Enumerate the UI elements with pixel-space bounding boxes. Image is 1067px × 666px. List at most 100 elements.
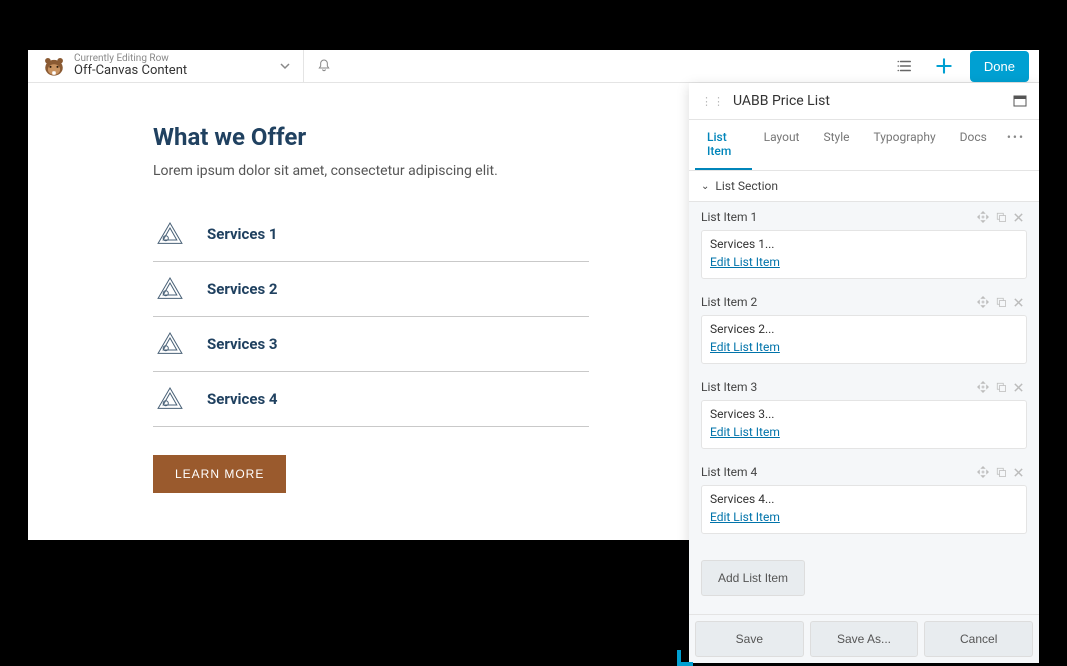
- add-list-item-button[interactable]: Add List Item: [701, 560, 805, 596]
- service-row: Services 4: [153, 372, 589, 427]
- service-icon: [153, 329, 187, 359]
- list-item-desc: Services 3...: [710, 407, 1018, 421]
- remove-item-button[interactable]: [1010, 297, 1027, 308]
- tab-docs[interactable]: Docs: [948, 120, 999, 170]
- panel-footer: Save Save As... Cancel: [689, 614, 1039, 663]
- tab-list-item[interactable]: List Item: [695, 120, 752, 170]
- list-item: List Item 4 Services 4... Edit List Item: [689, 457, 1039, 534]
- service-label: Services 4: [207, 390, 277, 408]
- duplicate-item-button[interactable]: [992, 381, 1010, 393]
- tab-style[interactable]: Style: [812, 120, 862, 170]
- edit-list-item-link[interactable]: Edit List Item: [710, 510, 780, 524]
- list-item-card: Services 2... Edit List Item: [701, 315, 1027, 364]
- content-area: What we Offer Lorem ipsum dolor sit amet…: [28, 83, 689, 663]
- done-button[interactable]: Done: [970, 51, 1029, 82]
- offer-heading: What we Offer: [153, 123, 589, 151]
- bell-icon: [316, 58, 332, 74]
- list-item-desc: Services 2...: [710, 322, 1018, 336]
- app-frame: Currently Editing Row Off-Canvas Content…: [28, 50, 1039, 540]
- duplicate-item-button[interactable]: [992, 296, 1010, 308]
- service-row: Services 2: [153, 262, 589, 317]
- service-icon: [153, 219, 187, 249]
- duplicate-item-button[interactable]: [992, 211, 1010, 223]
- notifications-button[interactable]: [303, 50, 344, 82]
- cancel-button[interactable]: Cancel: [924, 621, 1033, 657]
- learn-more-button[interactable]: LEARN MORE: [153, 455, 286, 493]
- resize-handle[interactable]: [677, 650, 693, 666]
- chevron-down-icon: ⌄: [701, 181, 709, 192]
- save-as-button[interactable]: Save As...: [810, 621, 919, 657]
- chevron-down-icon: [279, 60, 291, 72]
- list-item-title: List Item 1: [701, 210, 974, 224]
- service-icon: [153, 274, 187, 304]
- duplicate-icon: [995, 296, 1007, 308]
- list-item-desc: Services 1...: [710, 237, 1018, 251]
- top-bar: Currently Editing Row Off-Canvas Content…: [28, 50, 1039, 83]
- window-icon: [1013, 95, 1027, 107]
- close-icon: [1013, 297, 1024, 308]
- remove-item-button[interactable]: [1010, 212, 1027, 223]
- move-item-button[interactable]: [974, 381, 992, 393]
- move-item-button[interactable]: [974, 296, 992, 308]
- duplicate-item-button[interactable]: [992, 466, 1010, 478]
- list-item-title: List Item 2: [701, 295, 974, 309]
- service-label: Services 2: [207, 280, 277, 298]
- remove-item-button[interactable]: [1010, 467, 1027, 478]
- panel-body: ⌄ List Section List Item 1 Services 1... E…: [689, 171, 1039, 614]
- list-item-header: List Item 2: [689, 287, 1039, 315]
- move-icon: [977, 296, 989, 308]
- list-item: List Item 1 Services 1... Edit List Item: [689, 202, 1039, 279]
- collapse-button[interactable]: [1013, 95, 1027, 107]
- canvas: What we Offer Lorem ipsum dolor sit amet…: [28, 83, 1039, 663]
- outline-button[interactable]: [892, 53, 918, 79]
- list-item-header: List Item 4: [689, 457, 1039, 485]
- list-icon: [896, 57, 914, 75]
- section-header[interactable]: ⌄ List Section: [689, 171, 1039, 202]
- service-row: Services 1: [153, 207, 589, 262]
- close-icon: [1013, 467, 1024, 478]
- list-item-desc: Services 4...: [710, 492, 1018, 506]
- list-item-card: Services 1... Edit List Item: [701, 230, 1027, 279]
- duplicate-icon: [995, 381, 1007, 393]
- topbar-info: Currently Editing Row Off-Canvas Content: [74, 53, 187, 78]
- tab-typography[interactable]: Typography: [862, 120, 948, 170]
- list-items: List Item 1Services 1...Edit List ItemLi…: [689, 202, 1039, 534]
- panel-tabs: List ItemLayoutStyleTypographyDocs•••: [689, 120, 1039, 171]
- service-icon: [153, 384, 187, 414]
- service-label: Services 1: [207, 225, 277, 243]
- tab-more[interactable]: •••: [999, 120, 1033, 170]
- panel-title: UABB Price List: [733, 93, 1013, 109]
- list-item: List Item 3 Services 3... Edit List Item: [689, 372, 1039, 449]
- service-row: Services 3: [153, 317, 589, 372]
- close-icon: [1013, 382, 1024, 393]
- offer-subtitle: Lorem ipsum dolor sit amet, consectetur …: [153, 163, 589, 179]
- plus-icon: [934, 56, 954, 76]
- tab-layout[interactable]: Layout: [752, 120, 812, 170]
- move-item-button[interactable]: [974, 211, 992, 223]
- add-button[interactable]: [928, 56, 960, 76]
- save-button[interactable]: Save: [695, 621, 804, 657]
- settings-panel: ⋮⋮ UABB Price List List ItemLayoutStyleT…: [689, 83, 1039, 663]
- move-icon: [977, 211, 989, 223]
- move-icon: [977, 381, 989, 393]
- close-icon: [1013, 212, 1024, 223]
- remove-item-button[interactable]: [1010, 382, 1027, 393]
- service-label: Services 3: [207, 335, 277, 353]
- beaver-logo: [38, 50, 70, 82]
- page-title: Off-Canvas Content: [74, 64, 187, 78]
- duplicate-icon: [995, 466, 1007, 478]
- list-item-header: List Item 1: [689, 202, 1039, 230]
- topbar-actions: Done: [892, 51, 1029, 82]
- edit-list-item-link[interactable]: Edit List Item: [710, 255, 780, 269]
- list-item-title: List Item 3: [701, 380, 974, 394]
- move-item-button[interactable]: [974, 466, 992, 478]
- section-title: List Section: [715, 179, 778, 193]
- panel-title-row: ⋮⋮ UABB Price List: [689, 83, 1039, 120]
- title-dropdown[interactable]: [267, 60, 303, 72]
- edit-list-item-link[interactable]: Edit List Item: [710, 340, 780, 354]
- list-item-card: Services 4... Edit List Item: [701, 485, 1027, 534]
- drag-handle-icon[interactable]: ⋮⋮: [701, 95, 725, 108]
- edit-list-item-link[interactable]: Edit List Item: [710, 425, 780, 439]
- list-item-card: Services 3... Edit List Item: [701, 400, 1027, 449]
- list-item-title: List Item 4: [701, 465, 974, 479]
